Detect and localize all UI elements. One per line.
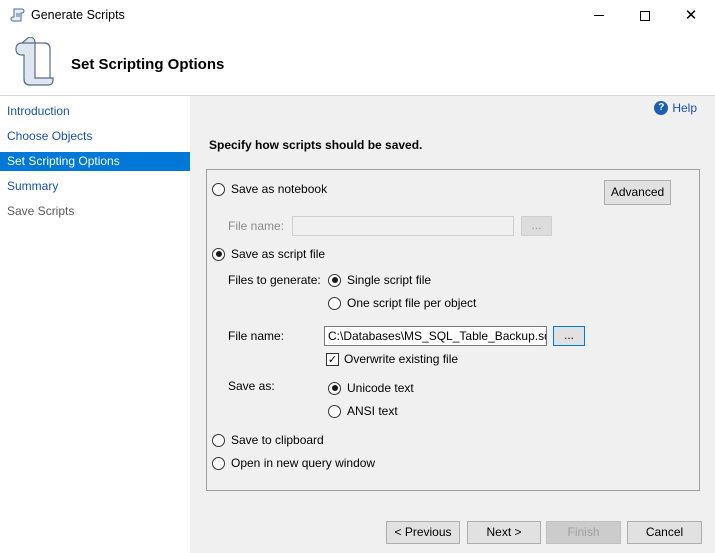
help-link[interactable]: ? Help — [654, 101, 697, 115]
maximize-button[interactable] — [622, 0, 668, 31]
save-as-label: Save as: — [228, 379, 275, 393]
script-file-name-label: File name: — [228, 329, 285, 343]
nav-item-summary[interactable]: Summary — [0, 177, 190, 196]
wizard-nav: Introduction Choose Objects Set Scriptin… — [0, 95, 190, 553]
unicode-text-option[interactable]: Unicode text — [328, 381, 414, 395]
notebook-file-name-input[interactable] — [292, 216, 514, 236]
close-button[interactable]: ✕ — [668, 0, 714, 31]
next-button[interactable]: Next > — [467, 521, 541, 544]
instruction-text: Specify how scripts should be saved. — [209, 138, 423, 152]
unicode-text-label: Unicode text — [347, 381, 414, 395]
previous-button[interactable]: < Previous — [386, 521, 460, 544]
save-to-clipboard-label: Save to clipboard — [231, 433, 324, 447]
one-file-per-object-label: One script file per object — [347, 296, 477, 310]
nav-item-save-scripts: Save Scripts — [7, 204, 75, 218]
open-in-query-window-option[interactable]: Open in new query window — [212, 456, 375, 470]
minimize-button[interactable] — [576, 0, 622, 31]
script-file-browse-button[interactable]: ... — [553, 326, 585, 346]
save-options-group: Save as notebook Advanced File name: ...… — [206, 169, 700, 491]
notebook-file-name-label: File name: — [228, 219, 285, 233]
advanced-button[interactable]: Advanced — [604, 180, 671, 205]
single-script-file-label: Single script file — [347, 273, 432, 287]
wizard-header: Set Scripting Options — [0, 31, 715, 95]
script-file-name-input[interactable]: C:\Databases\MS_SQL_Table_Backup.sql — [324, 326, 547, 346]
save-as-notebook-option[interactable]: Save as notebook — [212, 182, 327, 196]
scroll-icon — [10, 8, 25, 22]
overwrite-existing-label: Overwrite existing file — [344, 352, 459, 366]
nav-item-set-scripting-options[interactable]: Set Scripting Options — [0, 152, 190, 171]
one-file-per-object-option[interactable]: One script file per object — [328, 296, 476, 310]
ansi-text-radio[interactable] — [328, 404, 341, 418]
help-icon: ? — [654, 101, 669, 115]
save-to-clipboard-option[interactable]: Save to clipboard — [212, 433, 324, 447]
save-as-script-file-label: Save as script file — [231, 247, 326, 261]
save-to-clipboard-radio[interactable] — [212, 433, 225, 447]
nav-item-introduction[interactable]: Introduction — [0, 102, 190, 121]
nav-item-choose-objects[interactable]: Choose Objects — [0, 127, 190, 146]
open-in-query-window-radio[interactable] — [212, 456, 225, 470]
maximize-icon — [640, 10, 650, 21]
close-icon: ✕ — [684, 6, 698, 24]
help-label: Help — [672, 101, 697, 115]
ansi-text-label: ANSI text — [347, 404, 398, 418]
page-title: Set Scripting Options — [71, 56, 225, 73]
title-bar: Generate Scripts ✕ — [0, 0, 715, 31]
window-title: Generate Scripts — [31, 8, 125, 22]
save-as-notebook-radio[interactable] — [212, 182, 225, 196]
files-to-generate-label: Files to generate: — [228, 273, 321, 287]
main-panel: ? Help Specify how scripts should be sav… — [190, 95, 715, 553]
unicode-text-radio[interactable] — [328, 381, 341, 395]
scroll-icon — [15, 37, 54, 86]
save-as-script-file-radio[interactable] — [212, 247, 225, 261]
one-file-per-object-radio[interactable] — [328, 296, 341, 310]
save-as-notebook-label: Save as notebook — [231, 182, 328, 196]
open-in-query-window-label: Open in new query window — [231, 456, 376, 470]
cancel-button[interactable]: Cancel — [627, 521, 702, 544]
finish-button: Finish — [546, 521, 621, 544]
single-script-file-radio[interactable] — [328, 273, 341, 287]
overwrite-existing-option[interactable]: ✓ Overwrite existing file — [326, 352, 458, 366]
notebook-browse-button: ... — [521, 216, 552, 236]
minimize-icon — [594, 15, 604, 16]
ansi-text-option[interactable]: ANSI text — [328, 404, 398, 418]
single-script-file-option[interactable]: Single script file — [328, 273, 431, 287]
overwrite-existing-checkbox[interactable]: ✓ — [326, 352, 339, 366]
save-as-script-file-option[interactable]: Save as script file — [212, 247, 325, 261]
